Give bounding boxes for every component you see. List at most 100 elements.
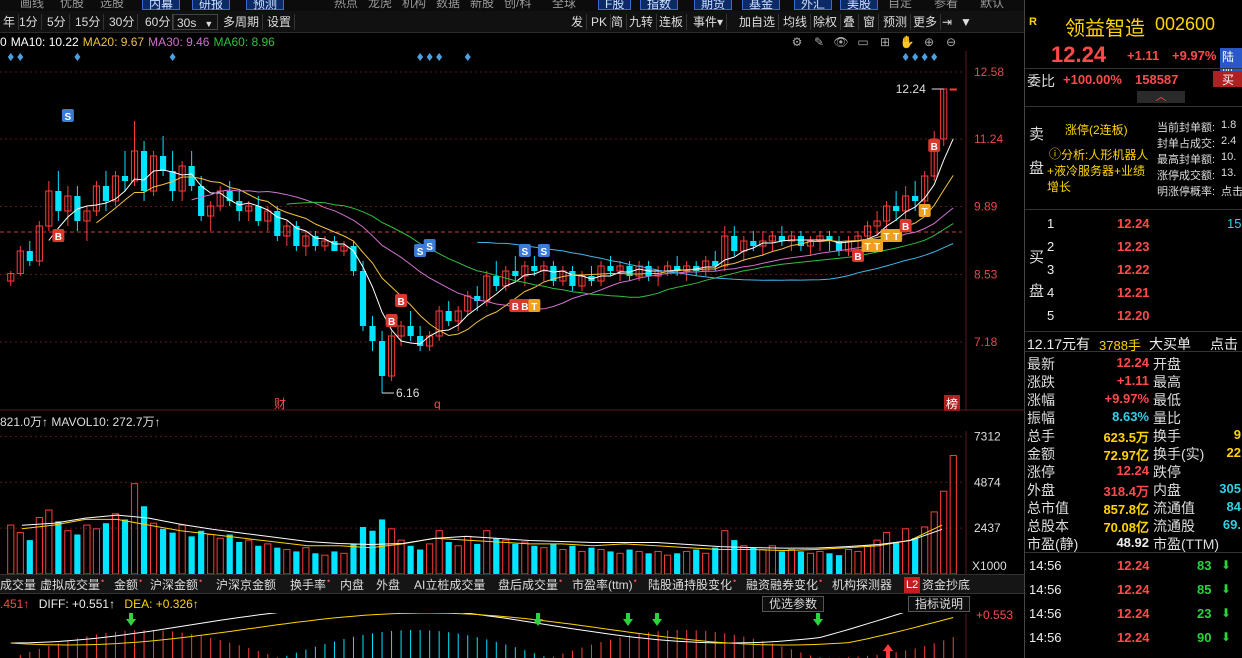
top-menu-item-8[interactable]: 机构 — [402, 0, 426, 10]
indicator-tab-4[interactable]: 沪深京金额 — [216, 577, 276, 593]
period-2[interactable]: 5分 — [44, 14, 70, 30]
top-menu-item-2[interactable]: 选股 — [100, 0, 124, 10]
event-diamond-marker[interactable] — [169, 53, 176, 61]
optimize-params-button[interactable]: 优选参数 — [762, 596, 825, 612]
zoom-in-icon[interactable]: ⊕ — [920, 33, 938, 51]
indicator-help-button[interactable]: 指标说明 — [908, 596, 971, 612]
event-marker-2[interactable]: 榜 — [946, 396, 958, 411]
top-menu-item-14[interactable]: 指数 — [640, 0, 679, 11]
hand-icon[interactable]: ✋ — [898, 33, 916, 51]
event-diamond-marker[interactable] — [7, 53, 14, 61]
period-5[interactable]: 60分 — [142, 14, 175, 30]
eye-icon[interactable]: 👁 — [832, 33, 850, 51]
top-menu-item-6[interactable]: 热点 — [334, 0, 358, 10]
grid-icon[interactable]: ⊞ — [876, 33, 894, 51]
event-diamond-marker[interactable] — [902, 53, 909, 61]
volume-chart[interactable]: 7312 4874 2437 X1000 — [0, 429, 1024, 575]
indicator-tab-8[interactable]: AI立桩成交量 — [414, 577, 485, 593]
top-menu-item-0[interactable]: 画线 — [20, 0, 44, 10]
toolbar-item2-1[interactable]: 设置 — [264, 14, 296, 30]
macd-chart[interactable] — [0, 596, 1024, 658]
top-menu-item-12[interactable]: 全球 — [552, 0, 576, 10]
limit-stat-label-0: 当前封单额: — [1157, 122, 1216, 134]
toolbar-right-10[interactable]: 窗 — [860, 14, 880, 30]
top-menu-item-16[interactable]: 基金 — [742, 0, 781, 11]
toolbar-right-4[interactable]: 连板 — [656, 14, 688, 30]
top-menu-item-1[interactable]: 优股 — [60, 0, 84, 10]
event-diamond-marker[interactable] — [931, 53, 938, 61]
last-price: 12.24 — [1051, 42, 1107, 67]
event-diamond-marker[interactable] — [436, 53, 443, 61]
event-marker-1[interactable]: q — [434, 397, 441, 411]
top-menu-item-18[interactable]: 美股 — [840, 0, 879, 11]
period-1[interactable]: 1分 — [16, 14, 42, 30]
top-menu-item-3[interactable]: 内幕 — [142, 0, 181, 11]
indicator-tab-14[interactable]: L2 — [904, 577, 921, 593]
indicator-tab-9[interactable]: 盘后成交量 — [498, 577, 562, 593]
top-menu-item-20[interactable]: 参看 — [934, 0, 958, 10]
big-order-click[interactable]: 点击 — [1210, 334, 1238, 354]
event-diamond-marker[interactable] — [426, 53, 433, 61]
top-menu-item-19[interactable]: 自定 — [888, 0, 912, 10]
bid-price-0[interactable]: 12.24 — [1117, 216, 1150, 231]
toolbar-right-5[interactable]: 事件▾ — [690, 14, 728, 30]
period-3[interactable]: 15分 — [72, 14, 105, 30]
indicator-tab-15[interactable]: 资金抄底 — [922, 577, 970, 593]
top-menu-item-10[interactable]: 新股 — [470, 0, 494, 10]
kline-chart[interactable]: 12.58 11.24 9.89 8.53 7.18 12.24 6.16 B S B B S S B B T… — [0, 51, 1024, 411]
indicator-tab-6[interactable]: 内盘 — [340, 577, 364, 593]
toolbar-item2-0[interactable]: 多周期 — [220, 14, 264, 30]
toolbar-right-9[interactable]: 叠 — [840, 14, 860, 30]
event-marker-0[interactable]: 财 — [274, 397, 286, 411]
period-dropdown[interactable]: 30s ▼ — [172, 14, 218, 30]
indicator-tab-0[interactable]: 成交量 — [0, 577, 36, 593]
zoom-out-icon[interactable]: ⊖ — [942, 33, 960, 51]
settings-icon[interactable]: ⚙ — [788, 33, 806, 51]
collapse-panel-icon[interactable]: ⇥ — [942, 14, 952, 30]
top-menu-item-5[interactable]: 预测 — [246, 0, 285, 11]
candle-body — [949, 88, 957, 91]
toolbar-right-7[interactable]: 均线 — [780, 14, 812, 30]
event-diamond-marker[interactable] — [464, 53, 471, 61]
indicator-tab-12[interactable]: 融资融券变化 — [746, 577, 822, 593]
top-menu-item-9[interactable]: 数据 — [436, 0, 460, 10]
indicator-tab-13[interactable]: 机构探测器 — [832, 577, 892, 593]
event-diamond-marker[interactable] — [17, 53, 24, 61]
top-menu-item-21[interactable]: 默认 — [980, 0, 1004, 10]
indicator-tab-7[interactable]: 外盘 — [376, 577, 400, 593]
indicator-tab-11[interactable]: 陆股通持股变化 — [648, 577, 736, 593]
top-menu-item-7[interactable]: 龙虎 — [368, 0, 392, 10]
buy-button[interactable]: 买 — [1213, 71, 1242, 87]
event-diamond-marker[interactable] — [921, 53, 928, 61]
bid-price-1[interactable]: 12.23 — [1117, 239, 1150, 254]
indicator-tab-1[interactable]: 虚拟成交量 — [40, 577, 104, 593]
limit-stat-value-4[interactable]: 点击 — [1221, 183, 1242, 199]
event-diamond-marker[interactable] — [417, 53, 424, 61]
event-diamond-marker[interactable] — [912, 53, 919, 61]
event-diamond-marker[interactable] — [74, 53, 81, 61]
indicator-tab-10[interactable]: 市盈率(ttm) — [572, 577, 637, 593]
bid-price-4[interactable]: 12.20 — [1117, 308, 1150, 323]
indicator-tab-2[interactable]: 金额 — [114, 577, 142, 593]
menu-down-icon[interactable]: ▼ — [960, 14, 972, 30]
top-menu-item-4[interactable]: 研报 — [192, 0, 231, 11]
toolbar-right-11[interactable]: 预测 — [880, 14, 912, 30]
toolbar-right-12[interactable]: 更多 — [910, 14, 942, 30]
top-menu-item-13[interactable]: F股 — [598, 0, 632, 11]
top-menu-item-15[interactable]: 期货 — [694, 0, 733, 11]
pen-icon[interactable]: ✎ — [810, 33, 828, 51]
expand-toggle-icon[interactable]: ︿ — [1137, 91, 1185, 103]
indicator-tab-5[interactable]: 换手率 — [290, 577, 330, 593]
toolbar-right-6[interactable]: 加自选 — [736, 14, 780, 30]
bid-price-2[interactable]: 12.22 — [1117, 262, 1150, 277]
toolbar-right-8[interactable]: 除权 — [810, 14, 842, 30]
top-menu-item-11[interactable]: 创/科 — [504, 0, 531, 10]
top-menu-item-17[interactable]: 外汇 — [794, 0, 833, 11]
indicator-tab-3[interactable]: 沪深金额 — [150, 577, 202, 593]
window-icon[interactable]: ▭ — [854, 33, 872, 51]
toolbar-right-0[interactable]: 发 — [568, 14, 588, 30]
period-4[interactable]: 30分 — [106, 14, 139, 30]
toolbar-right-2[interactable]: 简 — [608, 14, 628, 30]
toolbar-right-3[interactable]: 九转 — [626, 14, 658, 30]
bid-price-3[interactable]: 12.21 — [1117, 285, 1150, 300]
